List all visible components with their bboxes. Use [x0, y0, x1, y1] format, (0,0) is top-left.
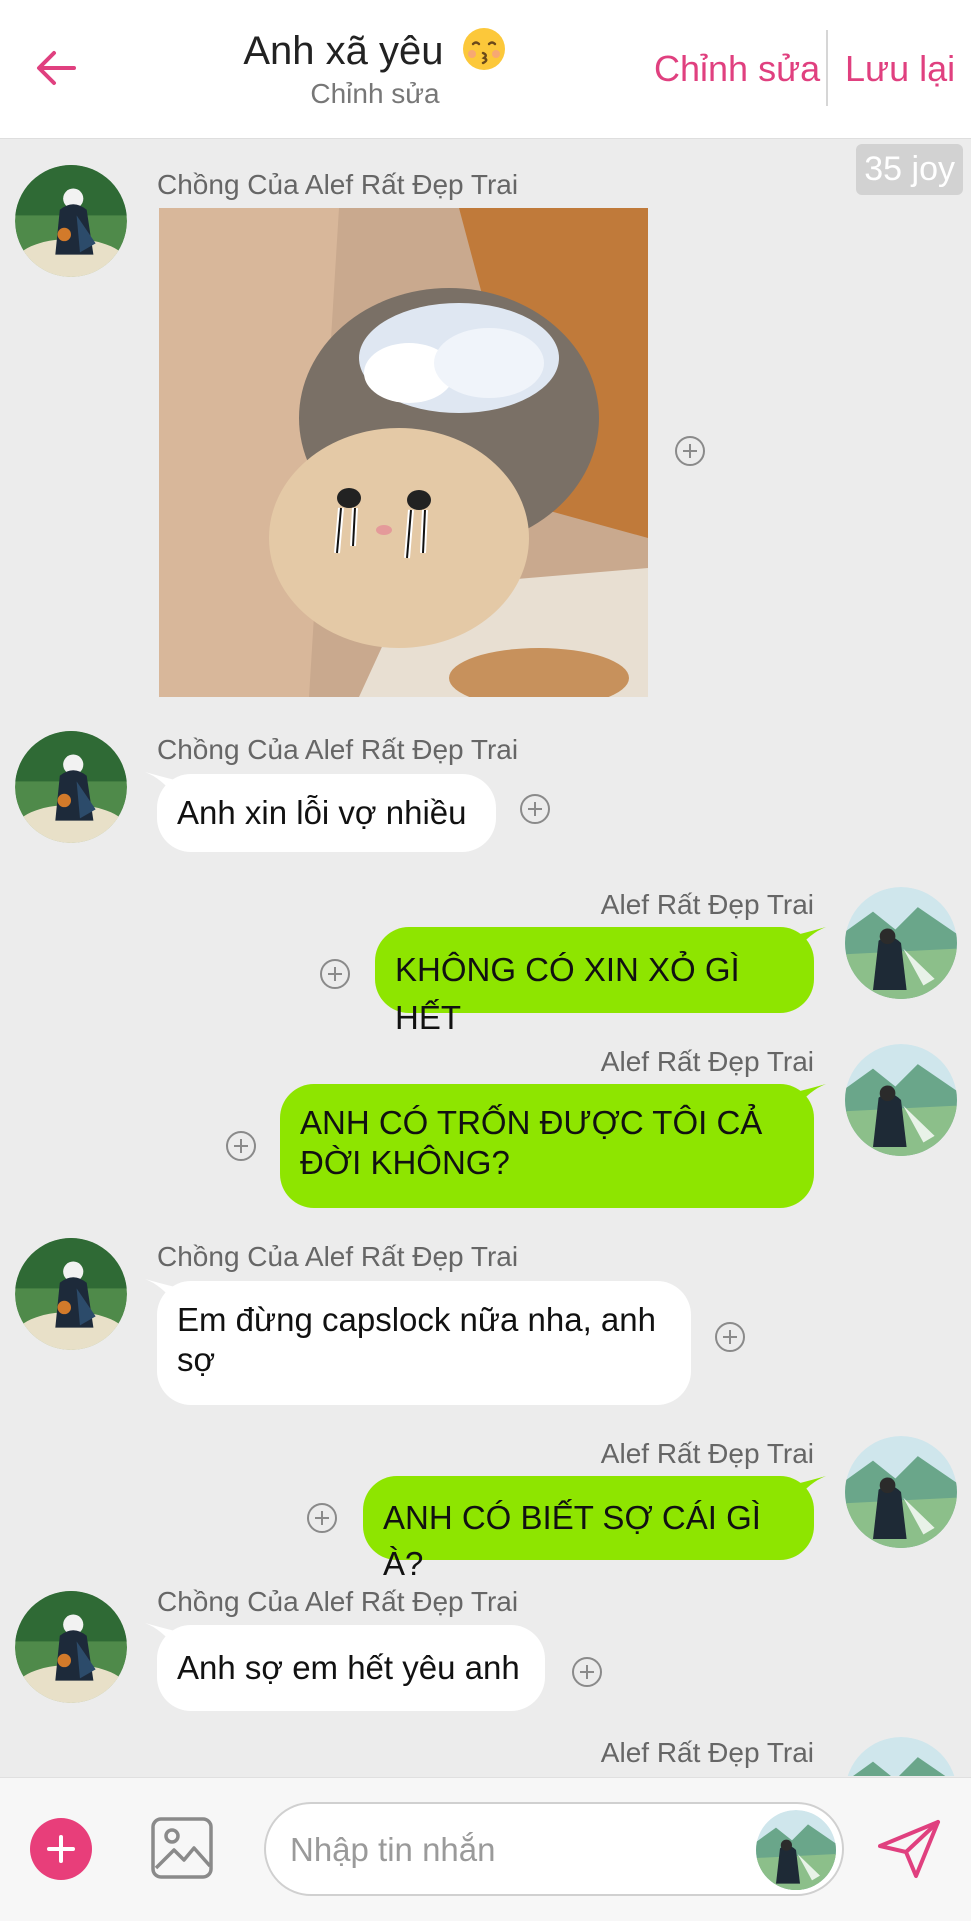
avatar[interactable] [15, 165, 127, 277]
crying-cat-sticker-image[interactable] [159, 208, 648, 697]
header-divider [826, 30, 828, 106]
message-bubble[interactable]: ANH CÓ BIẾT SỢ CÁI GÌ À? [363, 1476, 814, 1582]
avatar[interactable] [15, 1591, 127, 1703]
react-add-button[interactable] [226, 1131, 256, 1161]
message-input-wrapper [264, 1802, 844, 1896]
sender-name: Alef Rất Đẹp Trai [600, 889, 814, 920]
conversation-title: Anh xã yêu [200, 26, 550, 76]
avatar[interactable] [845, 887, 957, 999]
chat-header: Anh xã yêu Chỉnh sửa Chỉnh sửa Lưu lại [0, 0, 971, 139]
message-item: Alef Rất Đẹp Trai [0, 1699, 971, 1776]
save-button[interactable]: Lưu lại [845, 48, 955, 90]
sender-name: Alef Rất Đẹp Trai [600, 1737, 814, 1768]
message-input[interactable] [288, 1824, 722, 1876]
arrow-left-icon [37, 51, 76, 85]
conversation-title-text: Anh xã yêu [243, 29, 444, 73]
sender-name: Chồng Của Alef Rất Đẹp Trai [157, 169, 519, 200]
message-item: Chồng Của Alef Rất Đẹp Trai Em đừng caps… [0, 1206, 971, 1405]
react-add-button[interactable] [715, 1322, 745, 1352]
avatar[interactable] [15, 731, 127, 843]
send-icon[interactable] [876, 1818, 942, 1880]
message-item: Chồng Của Alef Rất Đẹp Trai Anh sợ em hế… [0, 1549, 971, 1711]
back-button[interactable] [28, 40, 84, 96]
message-item: Alef Rất Đẹp Trai ANH CÓ TRỐN ĐƯỢC TÔI C… [0, 1006, 971, 1208]
react-add-button[interactable] [320, 959, 350, 989]
react-add-button[interactable] [675, 436, 705, 466]
message-bubble[interactable]: Em đừng capslock nữa nha, anh sợ [157, 1281, 691, 1405]
avatar[interactable] [845, 1436, 957, 1548]
image-icon[interactable] [150, 1816, 214, 1880]
sender-name: Alef Rất Đẹp Trai [600, 1438, 814, 1469]
message-bubble[interactable]: KHÔNG CÓ XIN XỎ GÌ HẾT [375, 927, 814, 1036]
sender-name: Alef Rất Đẹp Trai [600, 1046, 814, 1077]
edit-button[interactable]: Chỉnh sửa [654, 48, 820, 90]
sender-name: Chồng Của Alef Rất Đẹp Trai [157, 1586, 519, 1617]
sender-name: Chồng Của Alef Rất Đẹp Trai [157, 734, 519, 765]
message-item: Chồng Của Alef Rất Đẹp Trai [0, 139, 971, 699]
avatar[interactable] [756, 1810, 836, 1890]
message-bubble[interactable]: Anh xin lỗi vợ nhiều [157, 774, 496, 852]
react-add-button[interactable] [520, 794, 550, 824]
avatar[interactable] [845, 1737, 957, 1776]
composer-bar [0, 1777, 971, 1921]
conversation-subtitle: Chỉnh sửa [310, 78, 440, 109]
conversation-title-area[interactable]: Anh xã yêu Chỉnh sửa [200, 26, 550, 110]
message-item: Alef Rất Đẹp Trai ANH CÓ BIẾT SỢ CÁI GÌ … [0, 1391, 971, 1582]
sender-name: Chồng Của Alef Rất Đẹp Trai [157, 1241, 519, 1272]
avatar[interactable] [15, 1238, 127, 1350]
message-item: Alef Rất Đẹp Trai KHÔNG CÓ XIN XỎ GÌ HẾT [0, 849, 971, 1036]
message-list[interactable]: 35 joy Chồng Của Alef Rất Đẹp Trai Chồng… [0, 139, 971, 1776]
message-bubble[interactable]: ANH CÓ TRỐN ĐƯỢC TÔI CẢ ĐỜI KHÔNG? [280, 1084, 814, 1208]
react-add-button[interactable] [307, 1503, 337, 1533]
kissing-face-emoji-icon [462, 28, 505, 70]
react-add-button[interactable] [572, 1657, 602, 1687]
avatar[interactable] [845, 1044, 957, 1156]
plus-circle-icon[interactable] [30, 1818, 92, 1880]
message-item: Chồng Của Alef Rất Đẹp Trai Anh xin lỗi … [0, 699, 971, 852]
